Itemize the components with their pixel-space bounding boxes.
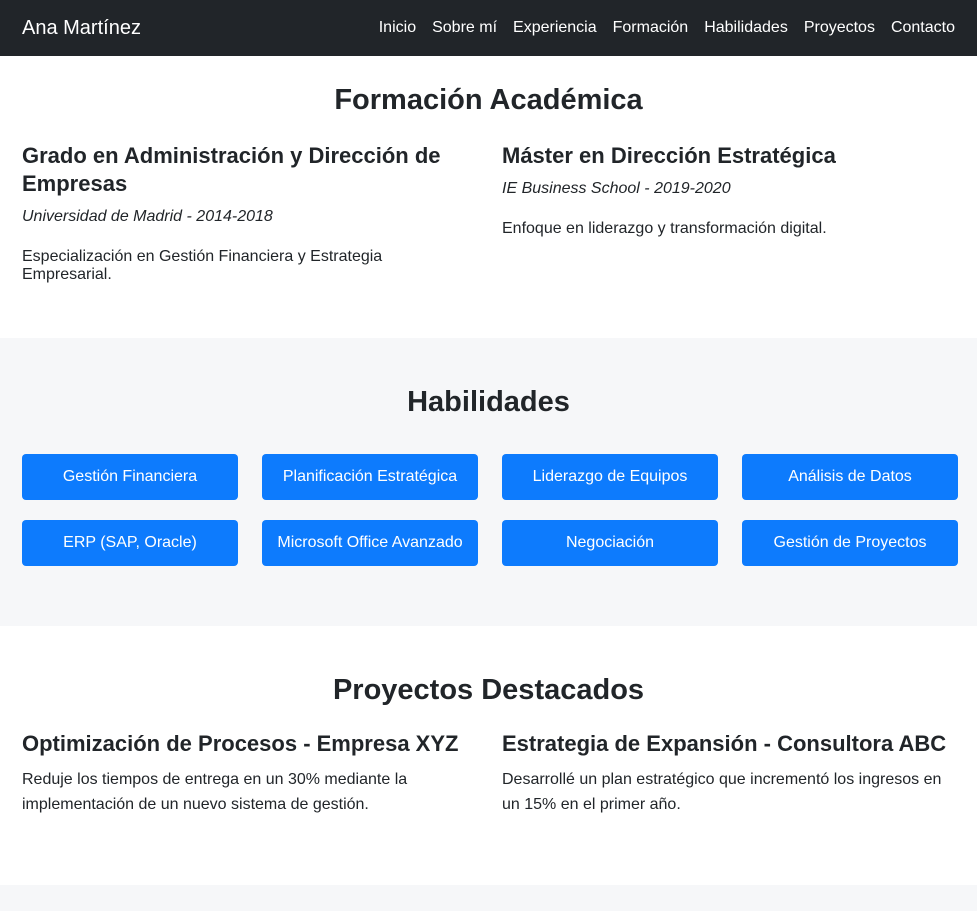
- nav-link-experiencia[interactable]: Experiencia: [513, 19, 597, 37]
- education-title: Formación Académica: [334, 84, 643, 116]
- projects-list: Optimización de Procesos - Empresa XYZ R…: [0, 731, 977, 817]
- projects-title: Proyectos Destacados: [332, 674, 645, 706]
- project-title: Optimización de Procesos - Empresa XYZ: [22, 731, 459, 756]
- education-degree: Grado en Administración y Dirección de E…: [22, 143, 441, 196]
- skills-grid: Gestión Financiera Planificación Estraté…: [0, 454, 977, 566]
- skill-badge[interactable]: Gestión de Proyectos: [742, 520, 958, 566]
- nav-link-sobre-mi[interactable]: Sobre mí: [432, 19, 497, 37]
- projects-section: Proyectos Destacados Optimización de Pro…: [0, 626, 977, 885]
- project-desc: Desarrollé un plan estratégico que incre…: [502, 771, 942, 813]
- education-meta: Universidad de Madrid - 2014-2018: [22, 208, 273, 225]
- education-section: Formación Académica Grado en Administrac…: [0, 56, 977, 338]
- education-item: Máster en Dirección Estratégica IE Busin…: [502, 142, 950, 284]
- skill-badge[interactable]: Planificación Estratégica: [262, 454, 478, 500]
- nav-link-habilidades[interactable]: Habilidades: [704, 19, 788, 37]
- education-degree: Máster en Dirección Estratégica: [502, 143, 836, 168]
- skill-badge[interactable]: Microsoft Office Avanzado: [262, 520, 478, 566]
- brand-name[interactable]: Ana Martínez: [22, 17, 141, 40]
- project-title: Estrategia de Expansión - Consultora ABC: [502, 731, 947, 756]
- nav-link-inicio[interactable]: Inicio: [379, 19, 416, 37]
- skill-badge[interactable]: Negociación: [502, 520, 718, 566]
- skill-badge[interactable]: ERP (SAP, Oracle): [22, 520, 238, 566]
- education-desc: Especialización en Gestión Financiera y …: [22, 248, 383, 283]
- navbar: Ana Martínez Inicio Sobre mí Experiencia…: [0, 0, 977, 56]
- skill-badge[interactable]: Análisis de Datos: [742, 454, 958, 500]
- nav-link-contacto[interactable]: Contacto: [891, 19, 955, 37]
- education-item: Grado en Administración y Dirección de E…: [22, 142, 470, 284]
- education-desc: Enfoque en liderazgo y transformación di…: [502, 220, 827, 237]
- skills-section: Habilidades Gestión Financiera Planifica…: [0, 338, 977, 626]
- education-list: Grado en Administración y Dirección de E…: [0, 142, 977, 284]
- skill-badge[interactable]: Liderazgo de Equipos: [502, 454, 718, 500]
- next-section-edge: [0, 885, 977, 911]
- skill-badge[interactable]: Gestión Financiera: [22, 454, 238, 500]
- project-item: Estrategia de Expansión - Consultora ABC…: [502, 731, 950, 817]
- education-meta: IE Business School - 2019-2020: [502, 180, 731, 197]
- nav-link-formacion[interactable]: Formación: [613, 19, 689, 37]
- project-item: Optimización de Procesos - Empresa XYZ R…: [22, 731, 470, 817]
- skills-title: Habilidades: [407, 386, 570, 418]
- project-desc: Reduje los tiempos de entrega en un 30% …: [22, 771, 408, 813]
- nav-links: Inicio Sobre mí Experiencia Formación Ha…: [379, 19, 955, 37]
- nav-link-proyectos[interactable]: Proyectos: [804, 19, 875, 37]
